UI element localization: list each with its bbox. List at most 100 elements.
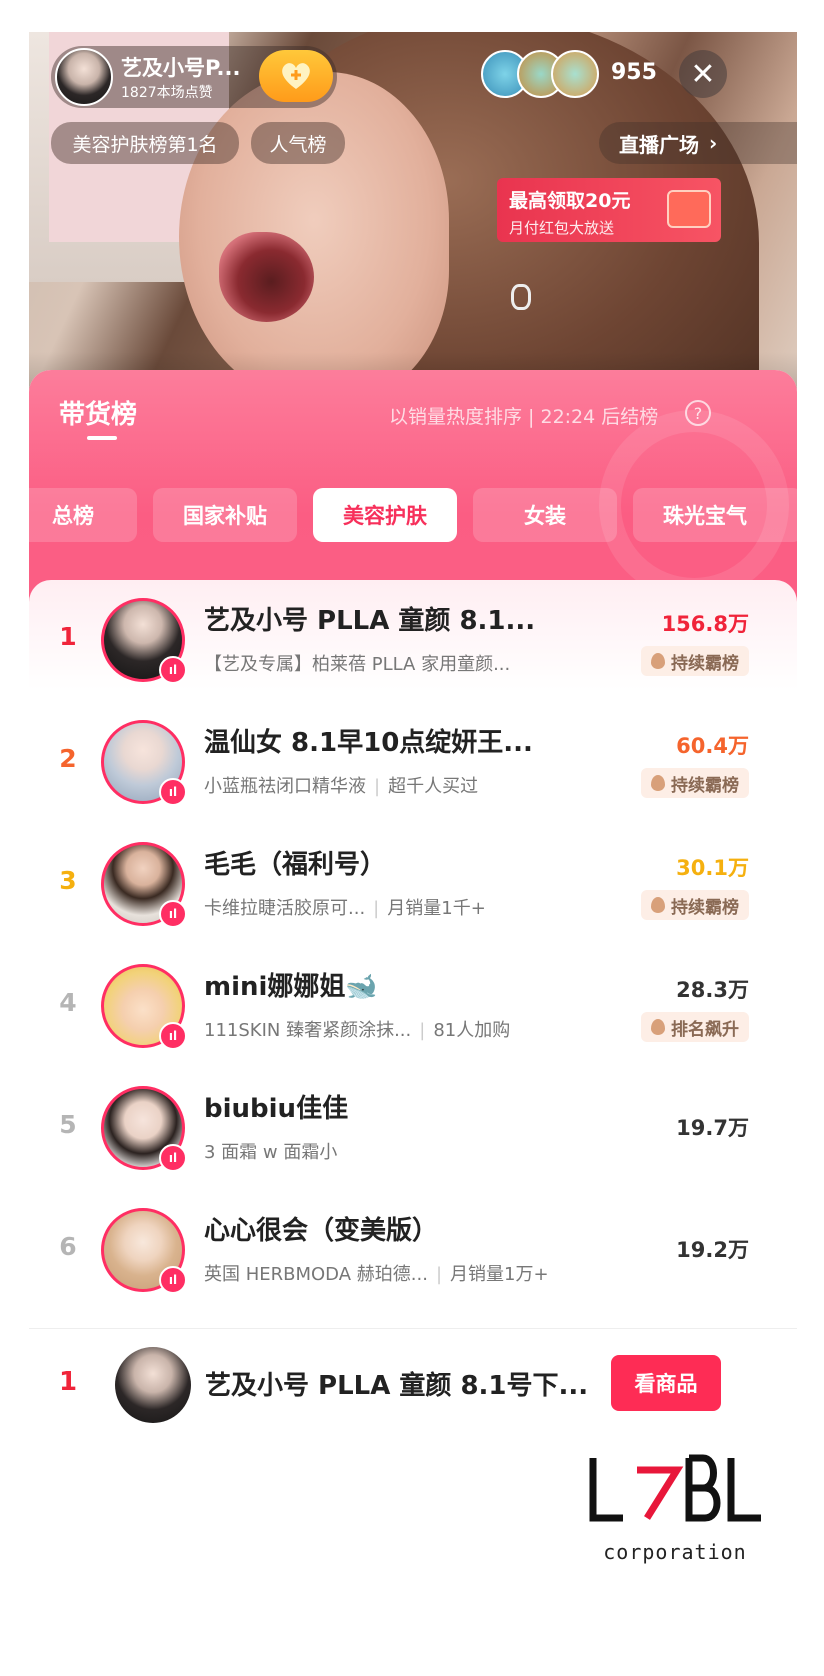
viewer-avatar[interactable] — [551, 50, 599, 98]
divider: | — [374, 776, 381, 797]
sales-value: 156.8万 — [661, 612, 749, 636]
live-indicator-icon: ıl — [159, 1144, 187, 1172]
labl-logo-icon — [589, 1454, 761, 1522]
flame-icon — [651, 897, 665, 913]
divider: | — [419, 1020, 426, 1041]
panel-header: 带货榜 以销量热度排序 | 22:24 后结榜 ? 总榜 国家补贴 美容护肤 女… — [29, 370, 797, 610]
tab-jewelry[interactable]: 珠光宝气 — [633, 488, 797, 542]
streamer-name: 毛毛（福利号） — [204, 850, 387, 880]
ranking-row[interactable]: 5 ıl biubiu佳佳 3 面霜 w 面霜小 19.7万 — [29, 1068, 797, 1190]
flame-icon — [651, 653, 665, 669]
red-packet-banner[interactable]: 最高领取20元 月付红包大放送 — [497, 178, 721, 242]
flame-icon — [651, 775, 665, 791]
product-extra: 月销量1万+ — [450, 1264, 549, 1285]
tab-beauty-skincare[interactable]: 美容护肤 — [313, 488, 457, 542]
product-desc: 英国 HERBMODA 赫珀德... | 月销量1万+ — [204, 1260, 549, 1286]
my-rank-bar[interactable]: 1 艺及小号 PLLA 童颜 8.1号下... 看商品 — [29, 1328, 797, 1442]
sales-value: 19.2万 — [676, 1238, 749, 1262]
streamer-name: biubiu佳佳 — [204, 1094, 349, 1124]
close-icon: ✕ — [690, 56, 716, 92]
help-icon[interactable]: ? — [685, 400, 711, 426]
anchor-name[interactable]: 艺及小号P... — [121, 52, 240, 82]
my-rank-number: 1 — [59, 1367, 78, 1397]
rank-tag-label: 持续霸榜 — [671, 897, 739, 918]
product-extra: 81人加购 — [433, 1020, 511, 1041]
my-stream-name: 艺及小号 PLLA 童颜 8.1号下... — [205, 1371, 589, 1401]
sales-value: 30.1万 — [676, 856, 749, 880]
live-indicator-icon: ıl — [159, 656, 187, 684]
product-title: 【艺及专属】柏莱蓓 PLLA 家用童颜... — [204, 654, 511, 675]
product-extra: 月销量1千+ — [387, 898, 486, 919]
ranking-row[interactable]: 2 ıl 温仙女 8.1早10点绽妍王... 小蓝瓶祛闭口精华液 | 超千人买过 6… — [29, 702, 797, 824]
ranking-row[interactable]: 1 ıl 艺及小号 PLLA 童颜 8.1... 【艺及专属】柏莱蓓 PLLA … — [29, 580, 797, 702]
tab-national-subsidy[interactable]: 国家补贴 — [153, 488, 297, 542]
product-title: 英国 HERBMODA 赫珀德... — [204, 1264, 428, 1285]
tab-overall[interactable]: 总榜 — [29, 488, 137, 542]
my-avatar[interactable] — [115, 1347, 191, 1423]
rank-number: 2 — [59, 744, 77, 773]
rank-tag-label: 持续霸榜 — [671, 653, 739, 674]
sales-value: 28.3万 — [676, 978, 749, 1002]
rank-number: 5 — [59, 1110, 77, 1139]
divider: | — [435, 1264, 443, 1285]
rank-tag-label: 持续霸榜 — [671, 775, 739, 796]
product-title: 111SKIN 臻奢紧颜涂抹... — [204, 1020, 412, 1041]
sales-ranking-panel: 带货榜 以销量热度排序 | 22:24 后结榜 ? 总榜 国家补贴 美容护肤 女… — [29, 370, 797, 1442]
streamer-name: mini娜娜姐🐋 — [204, 972, 378, 1002]
close-button[interactable]: ✕ — [679, 50, 727, 98]
anchor-avatar[interactable] — [55, 48, 113, 106]
rank-number: 4 — [59, 988, 77, 1017]
popularity-badge[interactable]: 人气榜 — [251, 122, 345, 164]
live-video[interactable]: 艺及小号P... 1827本场点赞 955 ✕ 美容护肤榜第1名 人气榜 直播广… — [29, 32, 797, 412]
rank-number: 3 — [59, 866, 77, 895]
tab-womens-clothing[interactable]: 女装 — [473, 488, 617, 542]
divider: | — [373, 898, 380, 919]
earring — [511, 284, 531, 310]
product-title: 3 面霜 w 面霜小 — [204, 1142, 338, 1163]
ranking-row[interactable]: 3 ıl 毛毛（福利号） 卡维拉睫活胶原可... | 月销量1千+ 30.1万 持续… — [29, 824, 797, 946]
viewer-count[interactable]: 955 — [611, 60, 657, 85]
rank-tag: 持续霸榜 — [641, 646, 749, 676]
live-indicator-icon: ıl — [159, 1266, 187, 1294]
chevron-right-icon: › — [709, 131, 718, 155]
heart-plus-icon — [282, 63, 310, 89]
rank-number: 1 — [59, 622, 77, 651]
live-room-frame: 艺及小号P... 1827本场点赞 955 ✕ 美容护肤榜第1名 人气榜 直播广… — [29, 32, 797, 1442]
watermark-subtitle: corporation — [603, 1540, 747, 1564]
panel-title[interactable]: 带货榜 — [59, 394, 137, 431]
ranking-list: 1 ıl 艺及小号 PLLA 童颜 8.1... 【艺及专属】柏莱蓓 PLLA … — [29, 580, 797, 1340]
product-title: 小蓝瓶祛闭口精华液 — [204, 776, 366, 797]
corporation-watermark: corporation — [585, 1450, 765, 1570]
product-desc: 卡维拉睫活胶原可... | 月销量1千+ — [204, 894, 486, 920]
ranking-note: 以销量热度排序 | 22:24 后结榜 — [389, 406, 659, 428]
sales-value: 60.4万 — [676, 734, 749, 758]
flame-icon — [651, 1019, 665, 1035]
product-title: 卡维拉睫活胶原可... — [204, 898, 366, 919]
product-extra: 超千人买过 — [388, 776, 479, 797]
rank-tag-label: 排名飙升 — [671, 1019, 739, 1040]
rank-badge[interactable]: 美容护肤榜第1名 — [51, 122, 239, 164]
live-indicator-icon: ıl — [159, 1022, 187, 1050]
live-plaza-link[interactable]: 直播广场 › — [599, 122, 797, 164]
product-desc: 3 面霜 w 面霜小 — [204, 1138, 337, 1164]
title-underline — [87, 436, 117, 440]
rank-tag: 排名飙升 — [641, 1012, 749, 1042]
ranking-row[interactable]: 6 ıl 心心很会（变美版） 英国 HERBMODA 赫珀德... | 月销量1万+… — [29, 1190, 797, 1312]
view-products-button[interactable]: 看商品 — [611, 1355, 721, 1411]
rank-tag: 持续霸榜 — [641, 768, 749, 798]
live-indicator-icon: ıl — [159, 900, 187, 928]
anchor-likes: 1827本场点赞 — [121, 85, 213, 101]
product-desc: 【艺及专属】柏莱蓓 PLLA 家用童颜... — [204, 650, 510, 676]
follow-button[interactable] — [259, 50, 333, 102]
plaza-label: 直播广场 — [619, 132, 699, 157]
live-indicator-icon: ıl — [159, 778, 187, 806]
ranking-row[interactable]: 4 ıl mini娜娜姐🐋 111SKIN 臻奢紧颜涂抹... | 81人加购 28… — [29, 946, 797, 1068]
streamer-name: 心心很会（变美版） — [204, 1216, 439, 1246]
product-desc: 小蓝瓶祛闭口精华液 | 超千人买过 — [204, 772, 478, 798]
streamer-name: 温仙女 8.1早10点绽妍王... — [204, 728, 533, 758]
streamer-mouth — [219, 232, 314, 322]
streamer-name: 艺及小号 PLLA 童颜 8.1... — [204, 606, 536, 636]
red-envelope-icon — [667, 190, 711, 228]
rank-tag: 持续霸榜 — [641, 890, 749, 920]
sales-value: 19.7万 — [676, 1116, 749, 1140]
